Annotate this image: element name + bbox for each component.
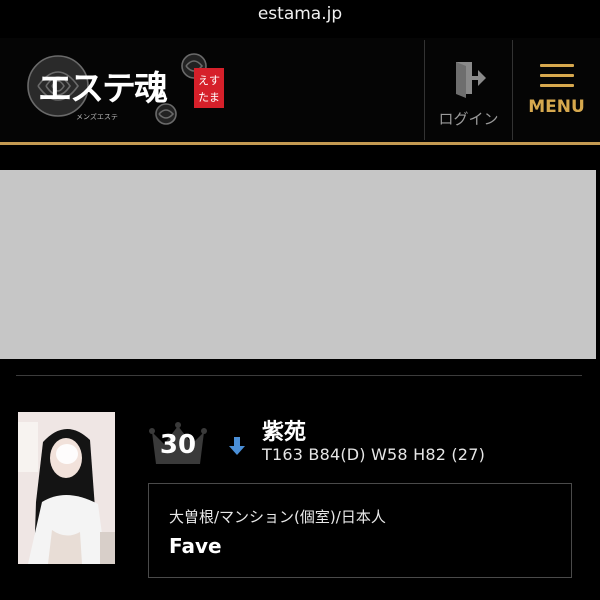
banner-placeholder[interactable] xyxy=(0,170,596,359)
url-bar[interactable]: estama.jp xyxy=(0,0,600,28)
shop-info-box[interactable]: 大曽根/マンション(個室)/日本人 Fave xyxy=(148,483,572,578)
shop-name: Fave xyxy=(169,534,222,558)
header-accent-line xyxy=(0,142,600,145)
logo-subtitle: メンズエステ xyxy=(76,112,118,121)
ranking-badge: 30 xyxy=(148,418,208,468)
logo-graphic: エステ魂 えす たま メンズエステ xyxy=(27,53,224,125)
therapist-photo[interactable] xyxy=(18,412,115,564)
rank-down-arrow-icon xyxy=(228,437,246,457)
photo-image xyxy=(18,412,115,564)
svg-text:えす: えす xyxy=(198,74,220,87)
therapist-stats: T163 B84(D) W58 H82 (27) xyxy=(262,445,486,464)
menu-button[interactable]: MENU xyxy=(513,38,600,142)
login-door-icon xyxy=(455,62,486,98)
site-header: エステ魂 えす たま メンズエステ ログイン MENU xyxy=(0,38,600,142)
site-logo[interactable]: エステ魂 えす たま メンズエステ xyxy=(16,46,231,131)
shop-area: 大曽根/マンション(個室)/日本人 xyxy=(169,508,386,526)
menu-label: MENU xyxy=(528,97,585,117)
login-label: ログイン xyxy=(438,110,499,128)
svg-text:たま: たま xyxy=(198,91,220,104)
login-button[interactable]: ログイン xyxy=(425,38,512,142)
logo-text: エステ魂 xyxy=(38,69,168,109)
url-text: estama.jp xyxy=(257,4,343,24)
hamburger-icon xyxy=(539,64,574,94)
section-divider xyxy=(16,375,582,376)
therapist-name[interactable]: 紫苑 xyxy=(262,414,306,446)
rank-number: 30 xyxy=(159,430,197,460)
